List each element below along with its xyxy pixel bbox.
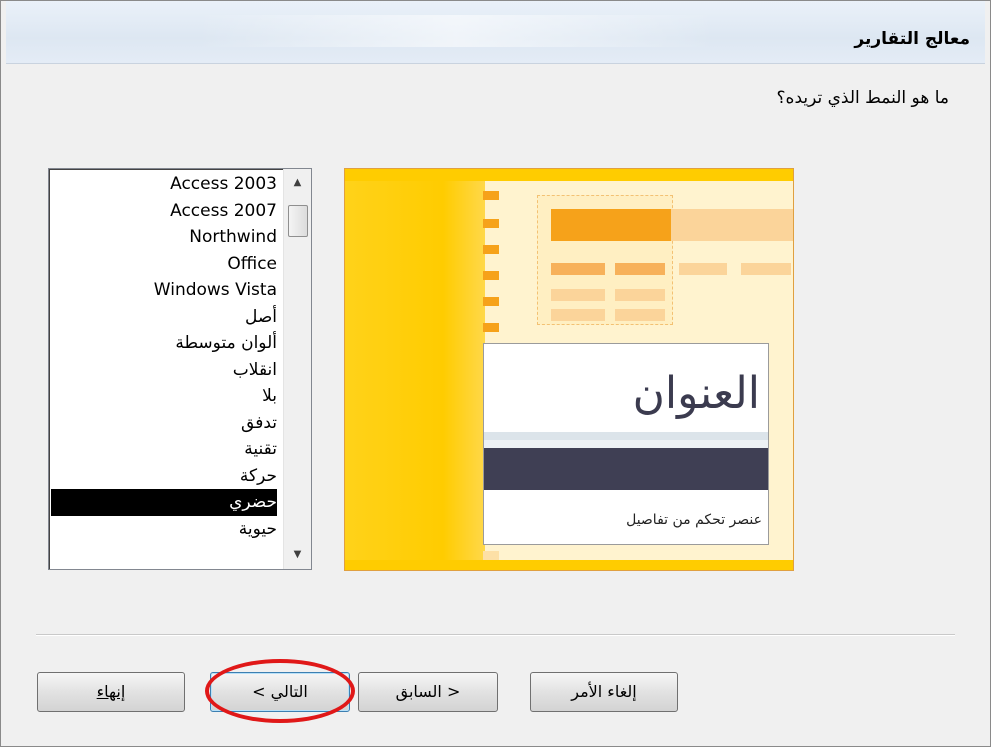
style-question-label: ما هو النمط الذي تريده؟ [776,88,949,108]
preview-dark-band [484,448,768,490]
preview-field-bar [615,309,665,321]
style-preview: العنوان عنصر تحكم من تفاصيل [344,168,794,571]
list-item[interactable]: Access 2003 [51,171,277,198]
scroll-down-arrow-icon[interactable]: ▼ [284,545,311,565]
list-scrollbar[interactable]: ▲ ▼ [283,169,311,569]
list-item[interactable]: تدفق [51,410,277,437]
cancel-button-label: إلغاء الأمر [571,682,637,701]
preview-title-text: العنوان [632,368,760,419]
back-button-label: < السابق [395,682,461,701]
list-item[interactable]: حركة [51,463,277,490]
preview-field-bar [615,263,665,275]
preview-header-block [551,209,671,241]
preview-tab [483,191,499,200]
list-item-selected[interactable]: حضري [51,489,277,516]
preview-stripe [484,432,768,440]
preview-tab [483,271,499,280]
list-item[interactable]: حيوية [51,516,277,543]
preview-tab [483,245,499,254]
report-wizard-window: معالج التقارير ما هو النمط الذي تريده؟ ا… [0,0,991,747]
style-listbox[interactable]: Access 2003 Access 2007 Northwind Office… [48,168,312,570]
title-bar[interactable]: معالج التقارير [6,1,985,63]
list-item[interactable]: انقلاب [51,357,277,384]
wizard-client-area: ما هو النمط الذي تريده؟ العنوان عنصر تحك… [6,63,985,741]
style-list-items: Access 2003 Access 2007 Northwind Office… [51,171,277,542]
list-item[interactable]: بلا [51,383,277,410]
preview-tab [483,219,499,228]
preview-stripe [484,440,768,448]
preview-header-extension [671,209,793,241]
preview-top-border [345,169,793,181]
cancel-button[interactable]: إلغاء الأمر [530,672,678,712]
preview-tab [483,323,499,332]
preview-title-card: العنوان عنصر تحكم من تفاصيل [483,343,769,545]
back-button[interactable]: < السابق [358,672,498,712]
preview-field-bar [741,263,791,275]
window-title: معالج التقارير [854,29,970,49]
preview-bottom-border [345,560,793,570]
preview-detail-text: عنصر تحكم من تفاصيل [626,512,762,528]
preview-field-bar [551,263,605,275]
list-item[interactable]: Northwind [51,224,277,251]
list-item[interactable]: ألوان متوسطة [51,330,277,357]
preview-yellow-band [345,169,485,570]
list-item[interactable]: Office [51,251,277,278]
preview-field-bar [551,309,605,321]
preview-tab [483,551,499,560]
preview-field-bar [615,289,665,301]
finish-button-label: إنهاء [96,682,126,701]
list-item[interactable]: Access 2007 [51,198,277,225]
list-item[interactable]: Windows Vista [51,277,277,304]
title-bar-glow [196,15,716,47]
scroll-thumb[interactable] [288,205,308,237]
scroll-up-arrow-icon[interactable]: ▲ [284,173,311,193]
button-separator [36,634,955,636]
preview-field-bar [551,289,605,301]
list-item[interactable]: أصل [51,304,277,331]
preview-field-bar [679,263,727,275]
finish-button[interactable]: إنهاء [37,672,185,712]
red-highlight-circle [205,659,355,723]
list-item[interactable]: تقنية [51,436,277,463]
preview-tab [483,297,499,306]
